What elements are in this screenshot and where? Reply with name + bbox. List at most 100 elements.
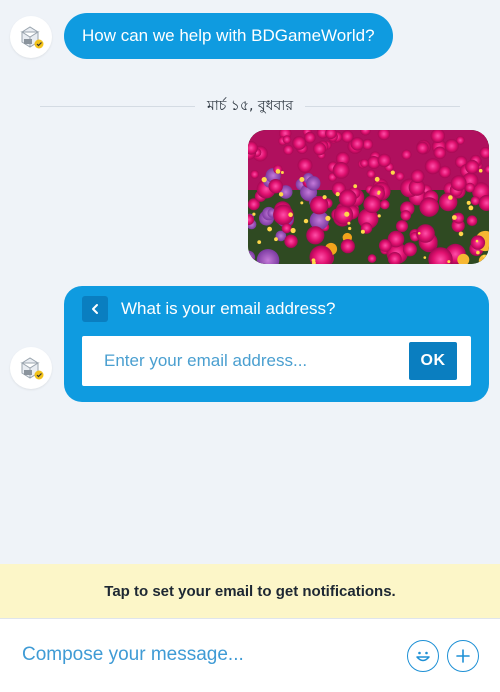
flower-bloom xyxy=(268,179,283,194)
flower-center xyxy=(374,176,380,182)
flower-center xyxy=(252,212,256,216)
flower-center xyxy=(344,211,350,217)
flower-center xyxy=(476,250,480,255)
flower-photo xyxy=(248,130,489,264)
email-input[interactable] xyxy=(82,336,402,386)
flower-center xyxy=(325,215,331,221)
flower-bloom xyxy=(313,142,327,156)
flower-center xyxy=(417,232,421,235)
flower-bloom xyxy=(250,170,259,179)
flower-center xyxy=(280,171,284,174)
flower-bloom xyxy=(332,162,350,179)
flower-bloom xyxy=(470,196,480,206)
flower-bloom xyxy=(378,239,392,252)
flower-bloom xyxy=(410,169,425,184)
flower-center xyxy=(274,237,278,242)
divider xyxy=(40,105,195,107)
flower-bloom xyxy=(283,144,294,155)
flower-bloom xyxy=(466,215,478,226)
flower-center xyxy=(478,168,483,173)
flower-bloom xyxy=(419,197,439,217)
flower-center xyxy=(278,192,284,197)
flower-center xyxy=(452,215,457,220)
bot-avatar xyxy=(10,16,52,58)
flower-center xyxy=(335,192,340,197)
flower-bloom xyxy=(433,146,447,160)
flower-bloom xyxy=(424,158,441,175)
flower-bloom xyxy=(297,158,313,173)
flower-center xyxy=(448,195,453,200)
flower-center xyxy=(377,192,380,195)
flower-center xyxy=(468,205,474,211)
plus-icon xyxy=(456,649,470,663)
flower-bloom xyxy=(306,176,321,191)
flower-center xyxy=(303,218,309,224)
compose-input[interactable] xyxy=(0,619,390,691)
message-composer xyxy=(0,618,500,692)
flower-center xyxy=(300,201,304,205)
flower-center xyxy=(299,177,305,182)
flower-bloom xyxy=(450,175,467,191)
flower-center xyxy=(423,256,427,259)
flower-center xyxy=(482,254,486,258)
flower-bloom xyxy=(350,137,364,151)
add-button[interactable] xyxy=(447,640,479,672)
flower-bloom xyxy=(402,242,417,257)
flower-center xyxy=(390,170,395,175)
flower-bloom xyxy=(306,226,325,245)
chevron-left-icon xyxy=(92,304,98,314)
flower-bloom xyxy=(340,239,355,254)
flower-center xyxy=(447,260,451,264)
flower-bloom xyxy=(281,223,292,234)
user-image-message[interactable] xyxy=(248,130,489,264)
bot-avatar-icon xyxy=(20,26,44,49)
flower-center xyxy=(348,226,352,231)
flower-center xyxy=(288,212,293,217)
flower-center xyxy=(267,226,272,232)
flower-bloom xyxy=(377,153,391,168)
flower-bloom xyxy=(470,235,486,250)
flower-bloom xyxy=(438,165,452,179)
flower-bloom xyxy=(284,234,298,248)
flower-bloom xyxy=(400,210,412,221)
flower-center xyxy=(466,200,471,205)
flower-bloom xyxy=(396,220,408,233)
notification-text: Tap to set your email to get notificatio… xyxy=(104,582,396,600)
flower-center xyxy=(377,214,381,218)
notification-banner[interactable]: Tap to set your email to get notificatio… xyxy=(0,564,500,618)
flower-bloom xyxy=(292,136,307,150)
date-label: মার্চ ১৫, বুধবার xyxy=(206,98,294,114)
flower-bloom xyxy=(395,171,405,181)
bot-message-bubble: How can we help with BDGameWorld? xyxy=(64,13,393,59)
flower-center xyxy=(322,195,327,200)
flower-bloom xyxy=(282,135,292,144)
flower-bloom xyxy=(379,199,390,210)
divider xyxy=(305,105,461,107)
flower-center xyxy=(458,231,464,237)
flower-bloom xyxy=(360,158,369,168)
flower-center xyxy=(347,221,351,225)
bot-message-text: How can we help with BDGameWorld? xyxy=(82,26,375,45)
email-input-row: OK xyxy=(82,336,471,386)
flower-bloom xyxy=(465,159,480,174)
flower-bloom xyxy=(444,139,459,153)
flower-center xyxy=(275,169,281,174)
flower-bloom xyxy=(465,182,475,193)
email-question: What is your email address? xyxy=(121,299,336,318)
emoji-button[interactable] xyxy=(407,640,439,672)
flower-center xyxy=(360,229,365,234)
ok-button[interactable]: OK xyxy=(409,342,457,380)
back-button[interactable] xyxy=(82,296,108,322)
email-request-card: What is your email address? OK xyxy=(64,286,489,402)
flower-bloom xyxy=(401,149,412,160)
date-separator: মার্চ ১৫, বুধবার xyxy=(40,94,461,118)
bot-avatar xyxy=(10,347,52,389)
flower-center xyxy=(475,239,479,243)
flower-center xyxy=(261,177,267,183)
flower-bloom xyxy=(366,169,376,179)
flower-bloom xyxy=(367,254,377,263)
flower-center xyxy=(257,240,262,244)
flower-bloom xyxy=(338,189,357,208)
smiley-icon xyxy=(416,651,430,662)
bot-avatar-icon xyxy=(20,357,44,380)
